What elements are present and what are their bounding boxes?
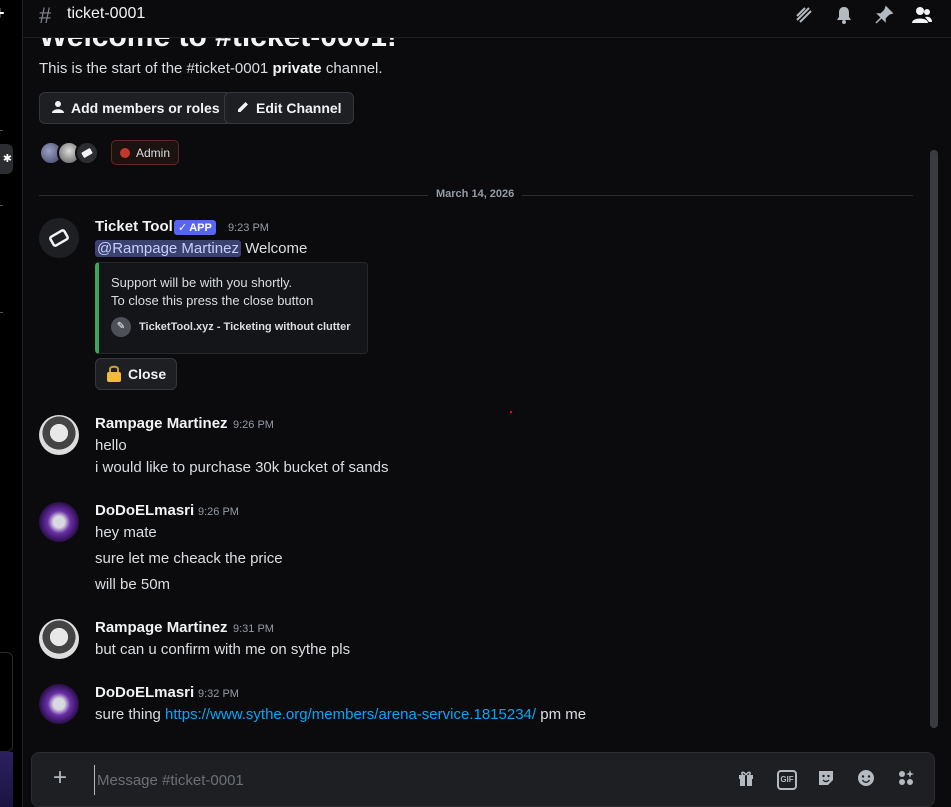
date-divider-label: March 14, 2026 xyxy=(428,188,523,200)
message-content: sure let me cheack the price xyxy=(95,550,283,567)
lock-icon xyxy=(106,364,122,385)
message-author[interactable]: DoDoELmasri xyxy=(95,502,194,519)
hash-icon: # xyxy=(39,3,52,28)
role-color-dot xyxy=(120,147,130,158)
add-attachment-icon[interactable]: + xyxy=(48,766,72,791)
bell-icon[interactable] xyxy=(833,5,855,27)
message-timestamp: 9:32 PM xyxy=(198,688,239,700)
gif-icon[interactable]: GIF xyxy=(777,770,797,790)
avatar[interactable] xyxy=(39,415,79,455)
message-content: i would like to purchase 30k bucket of s… xyxy=(95,459,389,476)
edit-channel-button[interactable]: Edit Channel xyxy=(224,92,354,124)
rail-panel xyxy=(0,652,13,752)
pin-icon[interactable] xyxy=(873,5,895,27)
ticket-icon: ✎ xyxy=(111,317,131,337)
message-author[interactable]: DoDoELmasri xyxy=(95,684,194,701)
server-icon[interactable] xyxy=(0,752,13,807)
message-content: but can u confirm with me on sythe pls xyxy=(95,641,351,658)
message-content: will be 50m xyxy=(95,576,171,593)
user-mention[interactable]: @Rampage Martinez xyxy=(95,240,241,257)
channel-title: ticket-0001 xyxy=(67,5,146,22)
rail-divider xyxy=(0,130,3,131)
avatar[interactable] xyxy=(39,502,79,542)
rail-divider xyxy=(0,205,3,206)
embed-text: To close this press the close button xyxy=(111,293,314,308)
message-timestamp: 9:26 PM xyxy=(198,506,239,518)
gear-icon[interactable]: ✱ xyxy=(0,144,13,174)
channel-start-text: This is the start of the #ticket-0001 pr… xyxy=(39,60,383,77)
message-author[interactable]: Ticket Tool xyxy=(95,218,173,235)
message-content: sure thing https://www.sythe.org/members… xyxy=(95,706,587,723)
members-icon[interactable] xyxy=(911,5,933,27)
server-rail: + ✱ xyxy=(0,0,23,807)
threads-icon[interactable] xyxy=(793,5,815,27)
message-timestamp: 9:23 PM xyxy=(228,222,269,234)
message-input[interactable] xyxy=(94,765,654,795)
emoji-icon[interactable] xyxy=(855,769,877,791)
role-badge-admin[interactable]: Admin xyxy=(111,140,180,165)
message-content: hey mate xyxy=(95,524,157,541)
gift-icon[interactable] xyxy=(735,769,757,791)
message-link[interactable]: https://www.sythe.org/members/arena-serv… xyxy=(165,706,536,723)
sticker-icon[interactable] xyxy=(815,769,837,791)
check-icon: ✓ xyxy=(178,222,188,234)
close-ticket-button[interactable]: Close xyxy=(95,358,178,390)
message-author[interactable]: Rampage Martinez xyxy=(95,415,228,432)
rail-divider xyxy=(0,312,3,313)
add-member-icon xyxy=(51,100,65,117)
pencil-icon xyxy=(236,100,250,117)
message-timestamp: 9:26 PM xyxy=(233,419,274,431)
message-composer: + GIF xyxy=(31,752,935,807)
avatar[interactable] xyxy=(39,619,79,659)
app-badge: ✓ APP xyxy=(174,220,216,235)
message-embed: Support will be with you shortly. To clo… xyxy=(95,262,368,354)
channel-header: # ticket-0001 xyxy=(23,0,951,38)
stray-pixel xyxy=(510,411,512,413)
avatar xyxy=(75,141,99,165)
embed-text: Support will be with you shortly. xyxy=(111,275,293,290)
avatar[interactable] xyxy=(39,218,79,258)
avatar[interactable] xyxy=(39,684,79,724)
embed-footer: ✎ TicketTool.xyz - Ticketing without clu… xyxy=(111,317,350,337)
message-author[interactable]: Rampage Martinez xyxy=(95,619,228,636)
message-content: hello xyxy=(95,437,127,454)
add-server-icon[interactable]: + xyxy=(0,3,5,24)
scrollbar-thumb[interactable] xyxy=(930,150,938,728)
add-members-button[interactable]: Add members or roles xyxy=(39,92,232,124)
message-timestamp: 9:31 PM xyxy=(233,623,274,635)
message-content: @Rampage Martinez Welcome xyxy=(95,240,308,257)
apps-icon[interactable] xyxy=(895,769,917,791)
